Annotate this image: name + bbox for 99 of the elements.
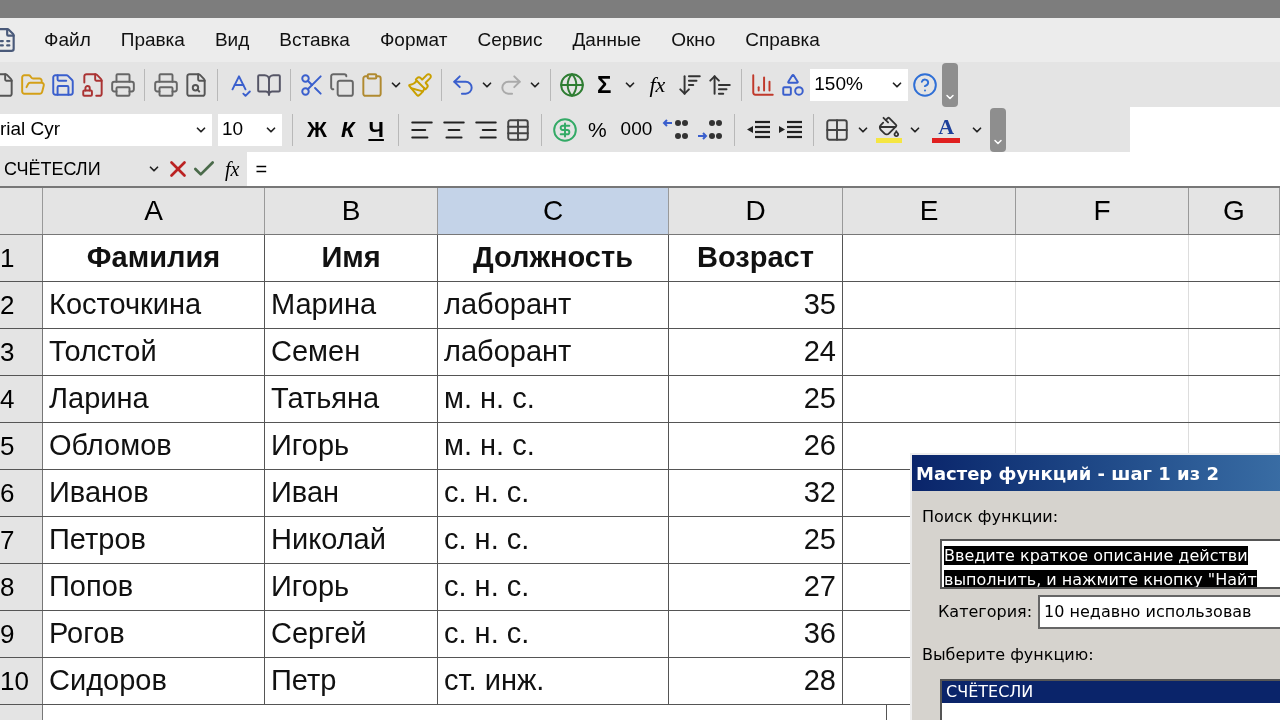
research-icon[interactable]: [256, 71, 282, 98]
table-cell: Петров: [43, 517, 265, 563]
print-icon[interactable]: [153, 71, 179, 98]
table-cell: лаборант: [438, 329, 669, 375]
row-header[interactable]: 3: [0, 329, 43, 375]
table-cell: 35: [669, 282, 843, 328]
search-label: Поиск функции:: [922, 506, 1060, 528]
insert-function-button[interactable]: fx: [641, 68, 674, 101]
font-combo[interactable]: rial Cyr: [0, 113, 212, 146]
row-header[interactable]: 5: [0, 423, 43, 469]
column-header[interactable]: C: [438, 188, 669, 234]
thousands-button[interactable]: 000: [616, 109, 657, 150]
row-header[interactable]: 9: [0, 611, 43, 657]
column-heading: Фамилия: [43, 235, 265, 281]
table-cell: Игорь: [265, 423, 438, 469]
zoom-combo[interactable]: 150%: [810, 68, 909, 101]
save-icon[interactable]: [50, 71, 76, 98]
table-cell: Ларина: [43, 376, 265, 422]
merge-center-icon[interactable]: [504, 116, 531, 143]
table-cell: с. н. с.: [438, 611, 669, 657]
formula-input[interactable]: =: [247, 152, 1280, 186]
help-icon[interactable]: [912, 71, 939, 98]
column-heading: Имя: [265, 235, 438, 281]
hyperlink-icon[interactable]: [559, 71, 585, 98]
menu-item[interactable]: Вставка: [275, 25, 354, 55]
table-cell: Сидоров: [43, 658, 265, 704]
table-cell: 28: [669, 658, 843, 704]
table-cell: Петр: [265, 658, 438, 704]
menu-item[interactable]: Справка: [741, 25, 824, 55]
fill-color-icon[interactable]: [876, 116, 903, 143]
table-cell: м. н. с.: [438, 423, 669, 469]
table-cell: с. н. с.: [438, 517, 669, 563]
table-cell: Иванов: [43, 470, 265, 516]
category-label: Категория:: [938, 601, 1033, 623]
table-cell: Игорь: [265, 564, 438, 610]
table-cell: ст. инж.: [438, 658, 669, 704]
toolbar-options-handle[interactable]: [990, 107, 1007, 152]
table-cell: Толстой: [43, 329, 265, 375]
column-heading: Должность: [438, 235, 669, 281]
table-cell: Татьяна: [265, 376, 438, 422]
function-item[interactable]: СЧЁТЕСЛИ: [942, 681, 1280, 703]
menu-item[interactable]: Формат: [375, 25, 452, 55]
underline-button[interactable]: Ч: [364, 109, 388, 150]
table-cell: 26: [669, 423, 843, 469]
row-header[interactable]: 6: [0, 470, 43, 516]
menu-item[interactable]: Окно: [667, 25, 720, 55]
font-size-combo[interactable]: 10: [218, 113, 282, 146]
table-cell: Иван: [265, 470, 438, 516]
print-preview-icon[interactable]: [183, 71, 209, 98]
percent-button[interactable]: %: [583, 109, 611, 150]
table-cell: Обломов: [43, 423, 265, 469]
table-cell: 27: [669, 564, 843, 610]
permission-icon[interactable]: [80, 71, 106, 98]
menu-item[interactable]: Файл: [40, 25, 95, 55]
table-cell: м. н. с.: [438, 376, 669, 422]
table-cell: Марина: [265, 282, 438, 328]
table-cell: с. н. с.: [438, 470, 669, 516]
column-heading: Возраст: [669, 235, 843, 281]
bold-button[interactable]: Ж: [303, 109, 331, 150]
row-header[interactable]: 10: [0, 658, 43, 704]
search-text: Введите краткое описание действи: [944, 546, 1248, 565]
chart-icon[interactable]: [750, 71, 777, 98]
menu-item[interactable]: Сервис: [473, 25, 547, 55]
borders-icon[interactable]: [824, 116, 851, 143]
row-header[interactable]: 2: [0, 282, 43, 328]
insert-function-button[interactable]: fx: [217, 154, 248, 184]
table-cell: Рогов: [43, 611, 265, 657]
table-cell: Косточкина: [43, 282, 265, 328]
row-header[interactable]: 7: [0, 517, 43, 563]
table-cell: Попов: [43, 564, 265, 610]
toolbar-options-handle[interactable]: [942, 62, 959, 107]
table-cell: 25: [669, 376, 843, 422]
table-cell: 24: [669, 329, 843, 375]
drawing-icon[interactable]: [780, 71, 807, 98]
table-cell: Сергей: [265, 611, 438, 657]
printer-icon[interactable]: [110, 71, 136, 98]
table-cell: 36: [669, 611, 843, 657]
menu-item[interactable]: Вид: [210, 25, 254, 55]
row-header[interactable]: 8: [0, 564, 43, 610]
menu-item[interactable]: Правка: [116, 25, 189, 55]
menu-item[interactable]: Данные: [568, 25, 646, 55]
dialog-title: Мастер функций - шаг 1 из 2: [912, 455, 1280, 491]
name-box[interactable]: СЧЁТЕСЛИ: [0, 155, 165, 183]
copy-icon[interactable]: [329, 71, 355, 98]
row-header[interactable]: 4: [0, 376, 43, 422]
row-header[interactable]: [0, 705, 43, 720]
table-cell: Николай: [265, 517, 438, 563]
font-color-button[interactable]: A: [928, 116, 965, 143]
italic-button[interactable]: К: [336, 109, 359, 150]
table-cell: лаборант: [438, 282, 669, 328]
row-header[interactable]: 1: [0, 235, 43, 281]
cut-icon[interactable]: [299, 71, 325, 98]
table-cell: с. н. с.: [438, 564, 669, 610]
table-cell: 32: [669, 470, 843, 516]
table-cell: 25: [669, 517, 843, 563]
category-dropdown[interactable]: 10 недавно использовав: [1038, 595, 1280, 629]
table-cell: Семен: [265, 329, 438, 375]
function-list-label: Выберите функцию:: [922, 644, 1095, 666]
autosum-button[interactable]: Σ: [589, 66, 620, 103]
